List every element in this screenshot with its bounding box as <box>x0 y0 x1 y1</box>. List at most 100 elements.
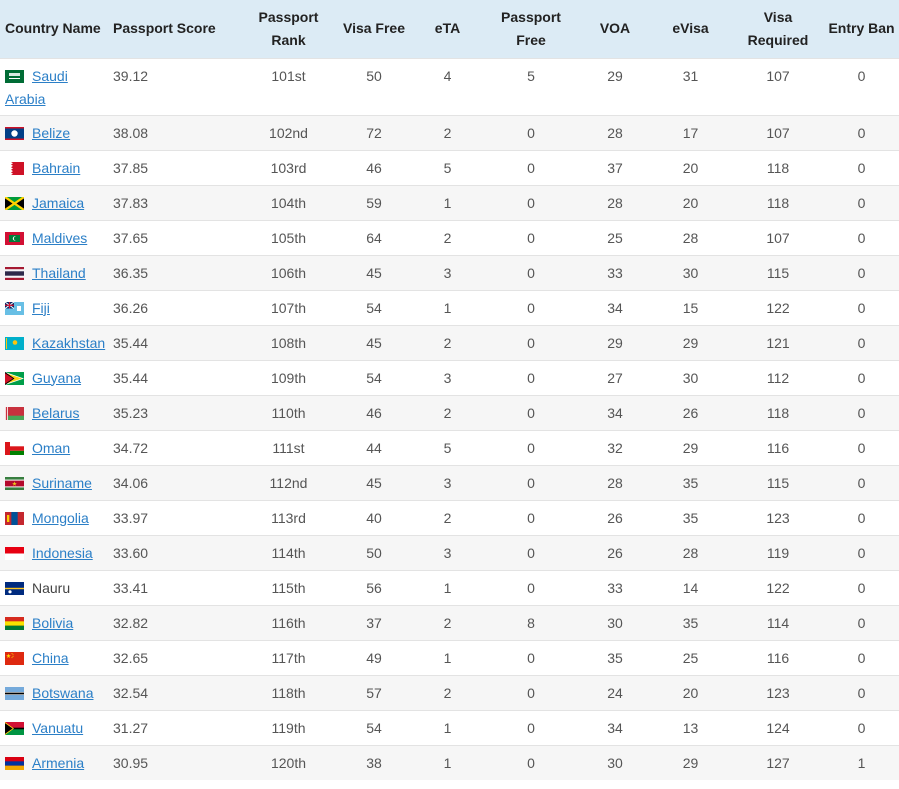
cell-entry-ban: 0 <box>857 649 866 666</box>
header-country-name[interactable]: Country Name <box>0 0 108 58</box>
header-visa-free[interactable]: Visa Free <box>334 0 414 58</box>
botswana-flag-icon <box>5 686 24 700</box>
country-name-link[interactable]: Kazakhstan <box>32 335 105 351</box>
header-row: Country Name Passport Score Passport Rank… <box>0 0 899 58</box>
cell-score: 35.44 <box>113 369 149 386</box>
cell-rank: 107th <box>270 299 307 316</box>
cell-visa-free: 45 <box>366 264 382 281</box>
header-evisa[interactable]: eVisa <box>649 0 732 58</box>
country-name-link[interactable]: Suriname <box>32 475 92 491</box>
header-passport-score[interactable]: Passport Score <box>108 0 243 58</box>
saudi-arabia-flag-icon <box>5 69 24 83</box>
cell-rank: 113rd <box>271 509 306 526</box>
cell-entry-ban: 0 <box>857 229 866 246</box>
cell-rank: 114th <box>271 544 306 561</box>
cell-score: 37.85 <box>113 159 149 176</box>
table-row: Vanuatu 31.27 119th 54 1 0 34 13 124 0 <box>0 710 899 745</box>
cell-evisa: 29 <box>682 439 699 456</box>
cell-eta: 3 <box>443 544 452 561</box>
table-row: Kazakhstan 35.44 108th 45 2 0 29 29 121 0 <box>0 325 899 360</box>
cell-voa: 37 <box>607 159 623 176</box>
cell-eta: 1 <box>443 579 452 596</box>
table-row: Saudi Arabia 39.12 101st 50 4 5 29 31 107 0 <box>0 58 899 115</box>
country-name-link[interactable]: Indonesia <box>32 545 93 561</box>
country-name-link[interactable]: Armenia <box>32 755 84 771</box>
country-name-link[interactable]: Vanuatu <box>32 720 83 736</box>
cell-evisa: 26 <box>682 404 699 421</box>
cell-passport-free: 0 <box>527 579 535 596</box>
cell-passport-free: 0 <box>527 264 535 281</box>
cell-voa: 26 <box>607 509 623 526</box>
fiji-flag-icon <box>5 301 24 315</box>
country-cell: Vanuatu <box>0 710 108 745</box>
country-name-link[interactable]: Belarus <box>32 405 79 421</box>
table-row: China 32.65 117th 49 1 0 35 25 116 0 <box>0 640 899 675</box>
cell-visa-required: 114 <box>766 614 790 631</box>
cell-visa-required: 127 <box>766 754 790 771</box>
cell-rank: 104th <box>270 194 307 211</box>
country-name-link[interactable]: Bolivia <box>32 615 73 631</box>
cell-evisa: 35 <box>682 614 699 631</box>
country-name-link[interactable]: Botswana <box>32 685 93 701</box>
country-name-link[interactable]: Maldives <box>32 230 87 246</box>
header-entry-ban[interactable]: Entry Ban <box>824 0 899 58</box>
cell-visa-free: 54 <box>366 369 382 386</box>
country-name-link[interactable]: Belize <box>32 125 70 141</box>
belize-flag-icon <box>5 126 24 140</box>
cell-evisa: 28 <box>682 544 699 561</box>
cell-visa-required: 118 <box>766 404 790 421</box>
maldives-flag-icon <box>5 231 24 245</box>
kazakhstan-flag-icon <box>5 336 24 350</box>
country-name-link[interactable]: Guyana <box>32 370 81 386</box>
cell-evisa: 14 <box>682 579 699 596</box>
table-row: Bolivia 32.82 116th 37 2 8 30 35 114 0 <box>0 605 899 640</box>
country-cell: Suriname <box>0 465 108 500</box>
country-name-link[interactable]: China <box>32 650 69 666</box>
armenia-flag-icon <box>5 756 24 770</box>
header-passport-rank[interactable]: Passport Rank <box>243 0 334 58</box>
country-name-link[interactable]: Thailand <box>32 265 86 281</box>
header-passport-free[interactable]: Passport Free <box>481 0 581 58</box>
cell-passport-free: 0 <box>527 719 535 736</box>
cell-score: 32.65 <box>113 649 149 666</box>
cell-entry-ban: 0 <box>857 684 866 701</box>
header-eta[interactable]: eTA <box>414 0 481 58</box>
country-name-link[interactable]: Bahrain <box>32 160 80 176</box>
cell-visa-free: 46 <box>366 404 382 421</box>
cell-rank: 101st <box>271 67 306 84</box>
cell-eta: 1 <box>443 194 452 211</box>
header-voa[interactable]: VOA <box>581 0 649 58</box>
header-visa-required[interactable]: Visa Required <box>732 0 824 58</box>
table-row: Fiji 36.26 107th 54 1 0 34 15 122 0 <box>0 290 899 325</box>
cell-evisa: 28 <box>682 229 699 246</box>
cell-eta: 5 <box>443 439 452 456</box>
country-name-link[interactable]: Fiji <box>32 300 50 316</box>
country-cell: Saudi Arabia <box>0 58 108 115</box>
cell-score: 31.27 <box>113 719 149 736</box>
country-cell: Indonesia <box>0 535 108 570</box>
cell-eta: 3 <box>443 369 452 386</box>
cell-voa: 32 <box>607 439 623 456</box>
cell-eta: 2 <box>443 509 452 526</box>
cell-passport-free: 0 <box>527 229 535 246</box>
cell-eta: 1 <box>443 719 452 736</box>
country-name-link[interactable]: Jamaica <box>32 195 84 211</box>
cell-entry-ban: 0 <box>857 159 866 176</box>
cell-visa-free: 50 <box>366 67 382 84</box>
suriname-flag-icon <box>5 476 24 490</box>
cell-rank: 110th <box>271 404 306 421</box>
cell-voa: 27 <box>607 369 623 386</box>
table-row: Belarus 35.23 110th 46 2 0 34 26 118 0 <box>0 395 899 430</box>
cell-visa-free: 50 <box>366 544 382 561</box>
cell-visa-free: 56 <box>366 579 382 596</box>
cell-eta: 5 <box>443 159 452 176</box>
table-row: Botswana 32.54 118th 57 2 0 24 20 123 0 <box>0 675 899 710</box>
country-name-link[interactable]: Oman <box>32 440 70 456</box>
table-row: Mongolia 33.97 113rd 40 2 0 26 35 123 0 <box>0 500 899 535</box>
cell-entry-ban: 0 <box>857 719 866 736</box>
cell-voa: 30 <box>607 754 623 771</box>
table-row: Armenia 30.95 120th 38 1 0 30 29 127 1 <box>0 745 899 780</box>
bahrain-flag-icon <box>5 161 24 175</box>
cell-visa-required: 116 <box>766 649 790 666</box>
country-name-link[interactable]: Mongolia <box>32 510 89 526</box>
